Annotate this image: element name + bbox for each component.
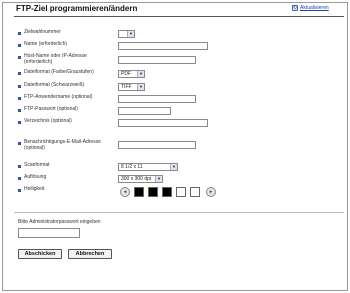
- bullet-icon: [18, 142, 21, 145]
- bullet-icon: [18, 189, 21, 192]
- refresh-icon[interactable]: ↻: [292, 5, 298, 11]
- chevron-down-icon[interactable]: ▼: [137, 84, 144, 90]
- ftp-password-input[interactable]: [118, 107, 171, 115]
- brightness-level-1[interactable]: [134, 187, 144, 197]
- email-label: Benachrichtigungs-E-Mail-Adresse (option…: [24, 139, 101, 151]
- aufloesung-select[interactable]: 300 x 300 dpi ▼: [118, 175, 163, 183]
- bullet-icon: [18, 177, 21, 180]
- bullet-icon: [18, 44, 21, 47]
- verzeichnis-label: Verzeichnis (optional): [24, 118, 72, 124]
- ftp-user-input[interactable]: [118, 95, 196, 103]
- row-name: Name (erforderlich): [0, 41, 350, 52]
- row-verzeichnis: Verzeichnis (optional): [0, 118, 350, 129]
- row-host: Host-Name oder IP-Adresse (erforderlich): [0, 53, 350, 65]
- refresh-label[interactable]: Aktualisieren: [300, 5, 329, 11]
- bullet-icon: [18, 97, 21, 100]
- ftp-user-label: FTP-Anwendername (optional): [24, 94, 93, 100]
- dateiformat-sw-label: Dateiformat (Schwarzweiß): [24, 82, 85, 88]
- title-divider: [14, 16, 344, 17]
- section-divider: [14, 212, 344, 213]
- verzeichnis-input[interactable]: [118, 119, 208, 127]
- bullet-icon: [18, 109, 21, 112]
- brightness-level-5[interactable]: [190, 187, 200, 197]
- ftp-password-label: FTP-Passwort (optional): [24, 106, 78, 112]
- bullet-icon: [18, 72, 21, 75]
- helligkeit-label: Helligkeit: [24, 186, 45, 192]
- aufloesung-label: Auflösung: [24, 174, 47, 180]
- brightness-level-3[interactable]: [162, 187, 172, 197]
- chevron-down-icon[interactable]: ▼: [127, 31, 134, 37]
- row-email: Benachrichtigungs-E-Mail-Adresse (option…: [0, 139, 350, 151]
- host-label: Host-Name oder IP-Adresse (erforderlich): [24, 53, 87, 65]
- refresh-link[interactable]: ↻ Aktualisieren: [292, 5, 329, 11]
- name-input[interactable]: [118, 42, 208, 50]
- chevron-down-icon[interactable]: ▼: [155, 176, 162, 182]
- row-aufloesung: Auflösung 300 x 300 dpi ▼: [0, 174, 350, 185]
- bullet-icon: [18, 121, 21, 124]
- brightness-level-4[interactable]: [176, 187, 186, 197]
- row-dateiformat-sw: Dateiformat (Schwarzweiß) TIFF ▼: [0, 82, 350, 93]
- scanformat-select[interactable]: 8 1/2 x 11 ▼: [118, 163, 178, 171]
- page-title: FTP-Ziel programmieren/ändern: [16, 4, 138, 13]
- cancel-button[interactable]: Abbrechen: [68, 249, 112, 259]
- dateiformat-farbe-select[interactable]: PDF ▼: [118, 70, 145, 78]
- row-helligkeit: Helligkeit ◂ ▸: [0, 186, 350, 199]
- row-scanformat: Scanformat 8 1/2 x 11 ▼: [0, 162, 350, 173]
- row-ftp-password: FTP-Passwort (optional): [0, 106, 350, 117]
- zielwahlnummer-select[interactable]: ▼: [118, 30, 135, 38]
- brightness-level-2[interactable]: [148, 187, 158, 197]
- row-ftp-user: FTP-Anwendername (optional): [0, 94, 350, 105]
- scanformat-label: Scanformat: [24, 162, 50, 168]
- bullet-icon: [18, 165, 21, 168]
- zielwahlnummer-label: Zielwahlnummer: [24, 29, 61, 35]
- bullet-icon: [18, 56, 21, 59]
- chevron-down-icon[interactable]: ▼: [170, 164, 177, 170]
- name-label: Name (erforderlich): [24, 41, 68, 47]
- brightness-increase-button[interactable]: ▸: [206, 187, 216, 197]
- admin-password-input[interactable]: [18, 228, 80, 238]
- chevron-down-icon[interactable]: ▼: [137, 71, 144, 77]
- email-input[interactable]: [118, 141, 196, 149]
- admin-password-label: Bitte Administratorpasswort eingeben: [18, 219, 101, 225]
- row-dateiformat-farbe: Dateiformat (Farbe/Graustufen) PDF ▼: [0, 69, 350, 80]
- bullet-icon: [18, 85, 21, 88]
- brightness-decrease-button[interactable]: ◂: [120, 187, 130, 197]
- bullet-icon: [18, 32, 21, 35]
- row-zielwahlnummer: Zielwahlnummer ▼: [0, 29, 350, 40]
- submit-button[interactable]: Abschicken: [18, 249, 62, 259]
- host-input[interactable]: [118, 56, 196, 64]
- dateiformat-sw-select[interactable]: TIFF ▼: [118, 83, 145, 91]
- dateiformat-farbe-label: Dateiformat (Farbe/Graustufen): [24, 69, 94, 75]
